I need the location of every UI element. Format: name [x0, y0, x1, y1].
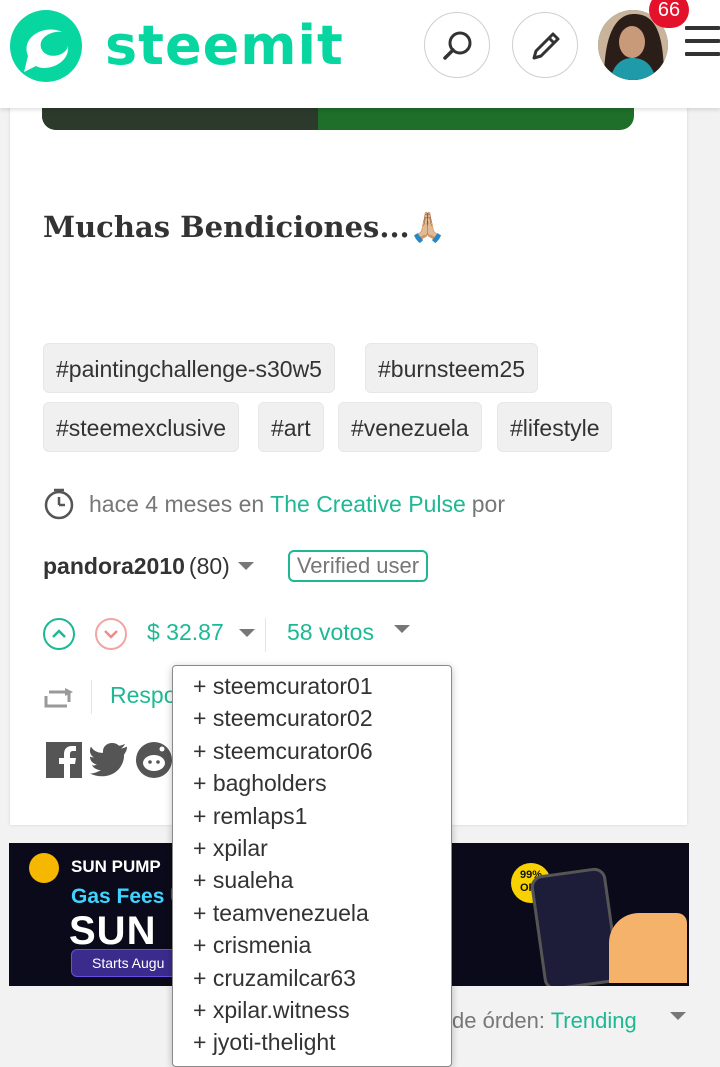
steemit-logo-icon[interactable]: [6, 6, 86, 86]
author-reputation: (80): [188, 552, 230, 579]
sunpump-logo-icon: [29, 853, 59, 883]
author-dropdown-caret-icon[interactable]: [237, 562, 254, 570]
search-icon: [443, 31, 472, 60]
sort-label: de órden:: [452, 1008, 545, 1033]
divider: [265, 618, 266, 652]
sort-select[interactable]: Trending: [551, 1008, 637, 1033]
voter-item[interactable]: + sualeha: [173, 864, 451, 896]
phone-illustration: [529, 866, 621, 986]
voter-item[interactable]: + cruzamilcar63: [173, 962, 451, 994]
sort-row: de órden: Trending: [452, 1008, 637, 1034]
voters-dropdown: + steemcurator01 + steemcurator02 + stee…: [172, 665, 452, 1067]
tag-burnsteem25[interactable]: #burnsteem25: [365, 343, 539, 393]
ad-brand: SUN PUMP: [71, 857, 161, 876]
divider: [91, 680, 92, 714]
voter-item[interactable]: + bagholders: [173, 767, 451, 799]
post-meta: hace 4 meses en The Creative Pulse por: [43, 488, 505, 520]
hand-illustration: [609, 913, 687, 983]
votes-caret-icon[interactable]: [394, 625, 410, 633]
author-row: pandora2010 (80) Verified user: [43, 550, 429, 582]
vote-row: $ 32.87 58 votos: [43, 616, 643, 656]
author-link[interactable]: pandora2010: [43, 553, 185, 580]
post-body-text: Muchas Bendiciones...🙏🏼: [43, 210, 446, 244]
voter-item[interactable]: + steemcurator06: [173, 735, 451, 767]
voter-item[interactable]: + steemcurator01: [173, 670, 451, 702]
notification-badge[interactable]: 66: [649, 0, 689, 28]
brand-name[interactable]: steemit: [105, 14, 344, 77]
pencil-icon: [532, 32, 560, 60]
chevron-down-icon: [104, 630, 118, 639]
clock-icon: [44, 488, 74, 520]
voter-item[interactable]: + crismenia: [173, 929, 451, 961]
search-button[interactable]: [424, 12, 490, 78]
hamburger-menu-icon[interactable]: [685, 26, 720, 66]
share-icons: [46, 742, 180, 778]
tag-art[interactable]: #art: [258, 402, 324, 452]
chevron-up-icon: [52, 629, 66, 638]
ad-pill: Starts Augu: [71, 949, 186, 977]
top-header: steemit 66: [0, 0, 720, 108]
payout-caret-icon[interactable]: [239, 629, 255, 637]
twitter-icon[interactable]: [90, 743, 128, 777]
upvote-button[interactable]: [43, 618, 75, 650]
resteem-icon[interactable]: [43, 684, 75, 712]
by-label: por: [471, 490, 506, 517]
verified-user-badge: Verified user: [287, 550, 429, 582]
post-age: hace 4 meses en: [89, 490, 265, 517]
facebook-icon[interactable]: [46, 742, 82, 778]
voter-item[interactable]: + steemcurator02: [173, 702, 451, 734]
community-link[interactable]: The Creative Pulse: [270, 491, 466, 518]
payout-value[interactable]: $ 32.87: [147, 619, 224, 646]
sort-caret-icon[interactable]: [670, 1012, 686, 1020]
voter-item[interactable]: + xpilar.witness: [173, 994, 451, 1026]
ad-headline: Gas Fees U: [71, 885, 186, 908]
voter-item[interactable]: + remlaps1: [173, 800, 451, 832]
votes-count[interactable]: 58 votos: [287, 619, 374, 646]
submit-post-button[interactable]: [512, 12, 578, 78]
tag-venezuela[interactable]: #venezuela: [338, 402, 482, 452]
tag-lifestyle[interactable]: #lifestyle: [497, 402, 613, 452]
voter-item[interactable]: + xpilar: [173, 832, 451, 864]
tag-steemexclusive[interactable]: #steemexclusive: [43, 402, 240, 452]
downvote-button[interactable]: [95, 618, 127, 650]
tag-paintingchallenge[interactable]: #paintingchallenge-s30w5: [43, 343, 335, 393]
reddit-icon[interactable]: [136, 742, 172, 778]
ad-big-text: SUN: [69, 909, 157, 953]
voter-item[interactable]: + teamvenezuela: [173, 897, 451, 929]
